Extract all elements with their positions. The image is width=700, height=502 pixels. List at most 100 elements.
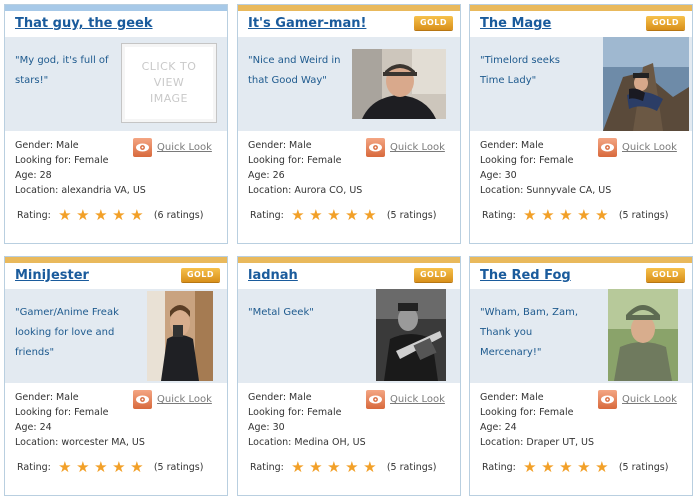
profile-name-link[interactable]: The Mage	[480, 16, 551, 31]
star-icon: ★	[345, 206, 359, 224]
ratings-count: (5 ratings)	[618, 210, 669, 221]
star-icon: ★	[363, 206, 377, 224]
quick-look-button[interactable]: Quick Look	[598, 390, 677, 409]
quick-look-label: Quick Look	[622, 394, 677, 405]
rating-stars: ★ ★ ★ ★ ★	[289, 460, 379, 475]
location-text: Location: worcester MA, US	[15, 437, 145, 448]
profile-card: The Red Fog GOLD "Wham, Bam, Zam, Thank …	[469, 256, 693, 496]
quick-look-button[interactable]: Quick Look	[133, 390, 212, 409]
star-icon: ★	[559, 458, 573, 476]
gender-text: Gender: Male	[480, 392, 544, 403]
quick-look-icon	[598, 390, 617, 409]
profile-card: That guy, the geek "My god, it's full of…	[4, 4, 228, 244]
quick-look-icon	[598, 138, 617, 157]
profile-photo[interactable]	[352, 49, 446, 119]
gender-text: Gender: Male	[248, 392, 312, 403]
rating-label: Rating:	[482, 210, 516, 221]
quick-look-button[interactable]: Quick Look	[598, 138, 677, 157]
profile-photo[interactable]	[608, 289, 678, 381]
star-icon: ★	[58, 458, 72, 476]
gold-badge: GOLD	[181, 268, 220, 282]
looking-for-text: Looking for: Female	[480, 407, 574, 418]
quick-look-button[interactable]: Quick Look	[366, 138, 445, 157]
quick-look-button[interactable]: Quick Look	[133, 138, 212, 157]
quick-look-label: Quick Look	[157, 142, 212, 153]
star-icon: ★	[130, 206, 144, 224]
age-text: Age: 28	[15, 170, 52, 181]
quick-look-button[interactable]: Quick Look	[366, 390, 445, 409]
profile-photo[interactable]	[147, 291, 213, 381]
gender-text: Gender: Male	[248, 140, 312, 151]
quote-panel: "My god, it's full of stars!" CLICK TO V…	[5, 37, 227, 131]
quick-look-icon	[133, 138, 152, 157]
profile-photo[interactable]	[603, 37, 689, 131]
gender-text: Gender: Male	[15, 140, 79, 151]
ratings-count: (5 ratings)	[618, 462, 669, 473]
quote-panel: "Metal Geek"	[238, 289, 460, 383]
profile-name-link[interactable]: MiniJester	[15, 268, 89, 283]
star-icon: ★	[541, 458, 555, 476]
star-icon: ★	[577, 458, 591, 476]
card-top-bar	[238, 257, 460, 263]
quick-look-icon	[133, 390, 152, 409]
profile-photo[interactable]	[376, 289, 446, 381]
profile-name-link[interactable]: The Red Fog	[480, 268, 571, 283]
rating-stars: ★ ★ ★ ★ ★	[521, 208, 611, 223]
age-text: Age: 24	[15, 422, 52, 433]
card-top-bar	[238, 5, 460, 11]
star-icon: ★	[58, 206, 72, 224]
star-icon: ★	[595, 458, 609, 476]
looking-for-text: Looking for: Female	[15, 407, 109, 418]
quick-look-label: Quick Look	[390, 142, 445, 153]
rating-label: Rating:	[482, 462, 516, 473]
star-icon: ★	[291, 458, 305, 476]
star-icon: ★	[595, 206, 609, 224]
rating-stars: ★ ★ ★ ★ ★	[289, 208, 379, 223]
star-icon: ★	[94, 458, 108, 476]
rating-label: Rating:	[250, 210, 284, 221]
star-icon: ★	[363, 458, 377, 476]
rating-row: Rating: ★ ★ ★ ★ ★ (6 ratings)	[17, 208, 203, 223]
rating-label: Rating:	[17, 462, 51, 473]
location-text: Location: Sunnyvale CA, US	[480, 185, 612, 196]
age-text: Age: 30	[480, 170, 517, 181]
rating-row: Rating: ★ ★ ★ ★ ★ (5 ratings)	[250, 460, 436, 475]
star-icon: ★	[130, 458, 144, 476]
profile-quote: "Gamer/Anime Freak looking for love and …	[15, 307, 119, 358]
profile-name-link[interactable]: ladnah	[248, 268, 298, 283]
card-top-bar	[470, 5, 692, 11]
quote-panel: "Wham, Bam, Zam, Thank you Mercenary!"	[470, 289, 692, 383]
star-icon: ★	[559, 206, 573, 224]
star-icon: ★	[94, 206, 108, 224]
looking-for-text: Looking for: Female	[480, 155, 574, 166]
star-icon: ★	[76, 206, 90, 224]
star-icon: ★	[345, 458, 359, 476]
profile-name-link[interactable]: That guy, the geek	[15, 16, 153, 31]
star-icon: ★	[577, 206, 591, 224]
profile-card: The Mage GOLD "Timelord seeks Time Lady"…	[469, 4, 693, 244]
rating-row: Rating: ★ ★ ★ ★ ★ (5 ratings)	[482, 460, 668, 475]
profile-card: ladnah GOLD "Metal Geek" Gender: Male Lo…	[237, 256, 461, 496]
rating-label: Rating:	[17, 210, 51, 221]
star-icon: ★	[523, 458, 537, 476]
looking-for-text: Looking for: Female	[15, 155, 109, 166]
star-icon: ★	[112, 458, 126, 476]
age-text: Age: 30	[248, 422, 285, 433]
profile-quote: "Timelord seeks Time Lady"	[480, 55, 560, 86]
star-icon: ★	[112, 206, 126, 224]
profile-quote: "Metal Geek"	[248, 307, 314, 318]
card-top-bar	[470, 257, 692, 263]
click-to-view-image-placeholder[interactable]: CLICK TO VIEW IMAGE	[121, 43, 217, 123]
profile-quote: "Wham, Bam, Zam, Thank you Mercenary!"	[480, 307, 579, 358]
profile-card: It's Gamer-man! GOLD "Nice and Weird in …	[237, 4, 461, 244]
profile-info: Gender: Male Looking for: Female Age: 30…	[248, 390, 378, 450]
quote-panel: "Timelord seeks Time Lady"	[470, 37, 692, 131]
profile-info: Gender: Male Looking for: Female Age: 26…	[248, 138, 378, 198]
gold-badge: GOLD	[414, 268, 453, 282]
gender-text: Gender: Male	[15, 392, 79, 403]
profile-name-link[interactable]: It's Gamer-man!	[248, 16, 366, 31]
rating-stars: ★ ★ ★ ★ ★	[521, 460, 611, 475]
quick-look-label: Quick Look	[157, 394, 212, 405]
location-text: Location: Aurora CO, US	[248, 185, 363, 196]
star-icon: ★	[309, 458, 323, 476]
